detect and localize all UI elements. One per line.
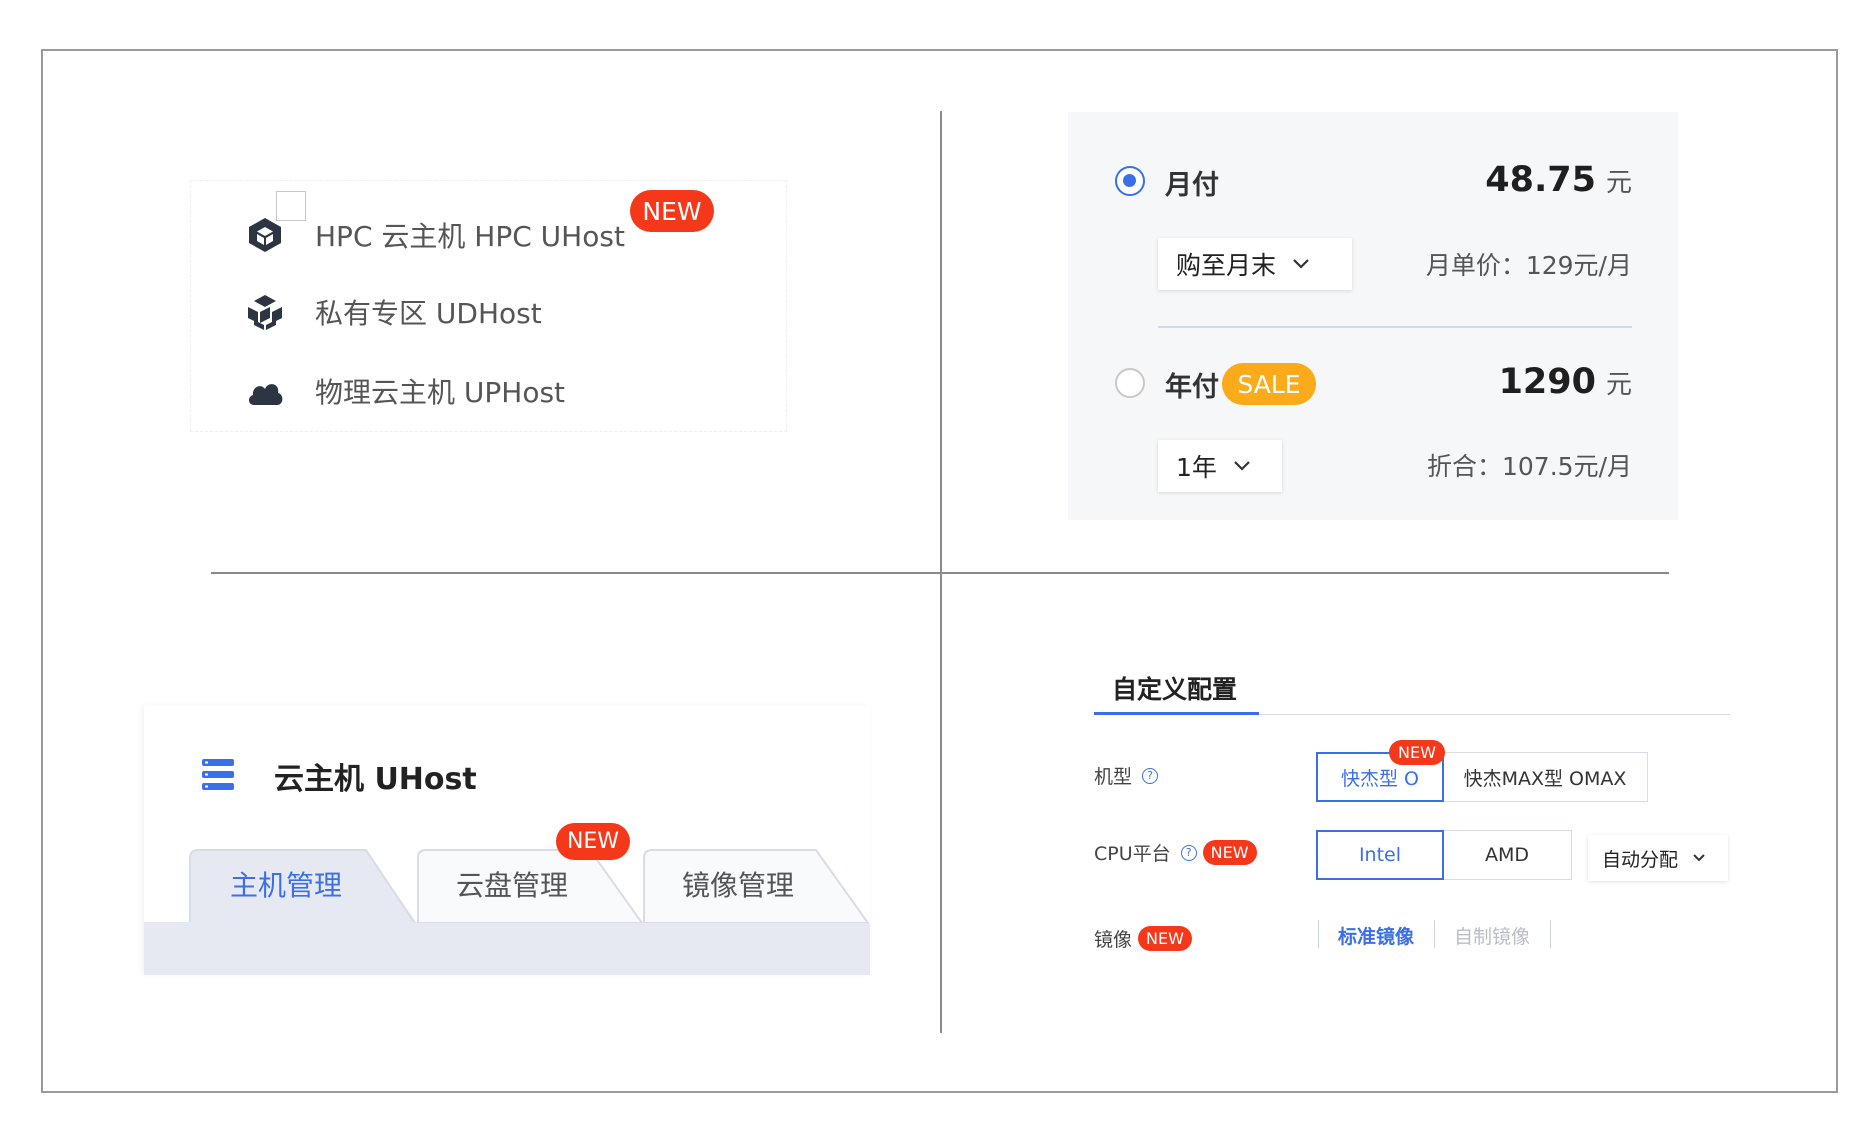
- tab-label: 主机管理: [230, 869, 343, 902]
- option-label: 快杰MAX型 OMAX: [1463, 767, 1627, 790]
- monthly-unit-price: 月单价：129元/月: [1425, 251, 1632, 280]
- cpu-row-label: CPU平台 ? NEW: [1094, 839, 1257, 866]
- product-label: HPC 云主机 HPC UHost: [315, 220, 625, 253]
- tab-label: 云盘管理: [456, 869, 569, 902]
- yearly-amount: 1290 元: [1499, 362, 1632, 402]
- new-badge: NEW: [556, 823, 630, 860]
- chevron-down-icon: [1693, 854, 1705, 862]
- yearly-duration-dropdown[interactable]: 1年: [1158, 440, 1282, 492]
- product-item-udhost[interactable]: 私有专区 UDHost: [245, 292, 542, 332]
- monthly-radio[interactable]: [1115, 166, 1145, 196]
- cpu-option-intel[interactable]: Intel: [1316, 830, 1444, 880]
- cpu-label: CPU平台: [1094, 843, 1171, 865]
- tab-host-management[interactable]: 主机管理: [144, 848, 420, 923]
- model-row-label: 机型 ?: [1094, 762, 1159, 789]
- pricing-divider: [1158, 326, 1632, 328]
- new-badge: NEW: [1202, 840, 1257, 865]
- product-label: 物理云主机 UPHost: [315, 376, 566, 409]
- option-label: Intel: [1358, 844, 1402, 866]
- monthly-duration-dropdown[interactable]: 购至月末: [1158, 238, 1352, 290]
- cpu-option-amd[interactable]: AMD: [1442, 830, 1572, 880]
- image-label: 镜像: [1094, 929, 1133, 951]
- active-tab-indicator: [1094, 712, 1259, 715]
- monthly-price: 48.75: [1485, 160, 1596, 200]
- yearly-label: 年付: [1165, 372, 1219, 403]
- hexagon-cube-icon: [245, 215, 285, 255]
- product-item-hpc-uhost[interactable]: HPC 云主机 HPC UHost: [245, 215, 625, 255]
- menu-list-icon: [202, 759, 234, 790]
- help-icon[interactable]: ?: [1142, 767, 1159, 784]
- yearly-equivalent-price: 折合：107.5元/月: [1427, 452, 1632, 481]
- yearly-radio[interactable]: [1115, 368, 1145, 398]
- tab-label: 镜像管理: [682, 869, 795, 902]
- image-option-custom[interactable]: 自制镜像: [1454, 922, 1530, 949]
- horizontal-divider: [211, 572, 1669, 574]
- option-label: AMD: [1484, 844, 1530, 866]
- model-option-omax[interactable]: 快杰MAX型 OMAX: [1442, 752, 1648, 802]
- model-label: 机型: [1094, 766, 1133, 788]
- monthly-label: 月付: [1165, 170, 1219, 201]
- yearly-price: 1290: [1498, 362, 1596, 402]
- image-row-label: 镜像 NEW: [1094, 925, 1192, 952]
- chevron-down-icon: [1293, 259, 1309, 269]
- chevron-down-icon: [1234, 461, 1250, 471]
- sale-badge: SALE: [1222, 363, 1316, 405]
- tab-custom-config[interactable]: 自定义配置: [1112, 670, 1237, 706]
- page-title: 云主机 UHost: [274, 762, 477, 797]
- tab-image-management[interactable]: 镜像管理: [642, 848, 870, 923]
- cloud-icon: [245, 371, 285, 411]
- new-badge: NEW: [630, 190, 714, 232]
- separator: [1434, 920, 1435, 948]
- separator: [1318, 920, 1319, 948]
- separator: [1550, 920, 1551, 948]
- help-icon[interactable]: ?: [1180, 844, 1197, 861]
- monthly-unit: 元: [1605, 168, 1632, 198]
- auto-assign-value: 自动分配: [1602, 848, 1679, 871]
- yearly-unit: 元: [1605, 370, 1632, 400]
- product-item-uphost[interactable]: 物理云主机 UPHost: [245, 371, 565, 411]
- monthly-duration-value: 购至月末: [1176, 251, 1277, 280]
- new-badge: NEW: [1389, 740, 1445, 765]
- auto-assign-dropdown[interactable]: 自动分配: [1588, 835, 1728, 881]
- tab-baseline-strip: [144, 923, 870, 975]
- option-label: 快杰型 O: [1341, 767, 1419, 790]
- product-label: 私有专区 UDHost: [315, 297, 542, 330]
- image-option-standard[interactable]: 标准镜像: [1338, 922, 1414, 949]
- cubes-icon: [245, 292, 285, 332]
- new-badge: NEW: [1138, 926, 1192, 951]
- monthly-amount: 48.75 元: [1485, 160, 1632, 200]
- yearly-duration-value: 1年: [1176, 453, 1217, 482]
